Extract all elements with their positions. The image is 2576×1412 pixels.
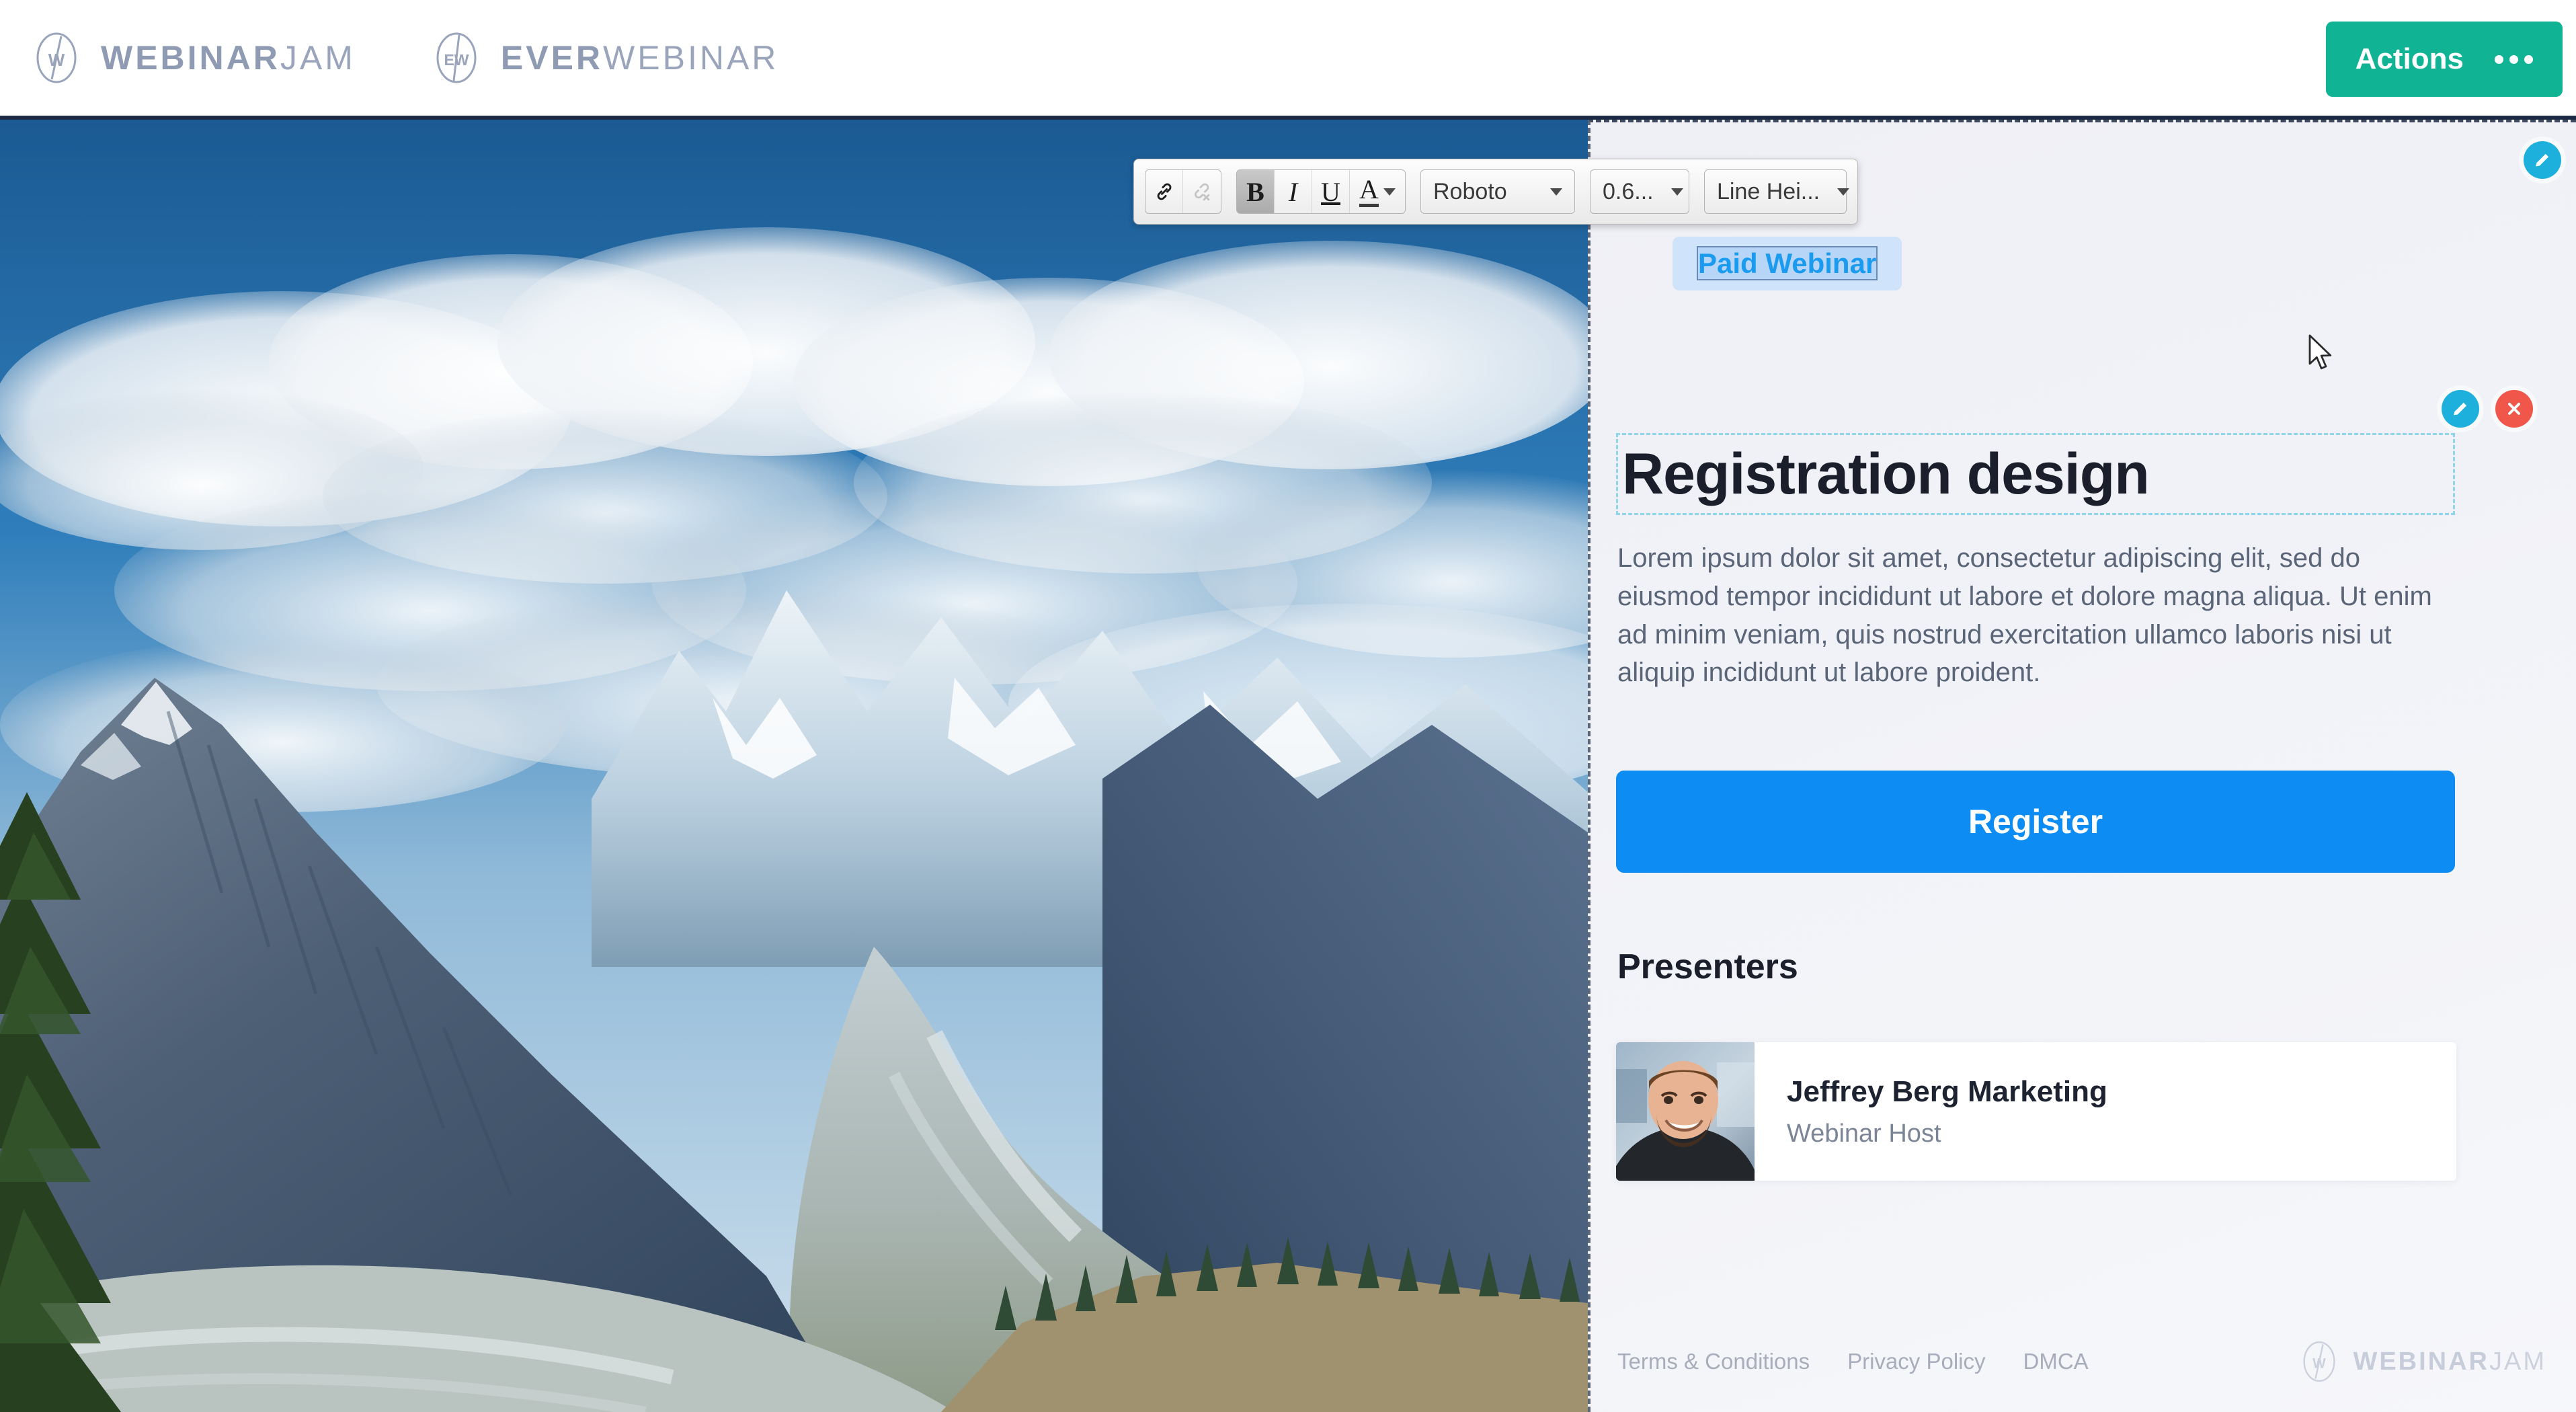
footer-links: Terms & Conditions Privacy Policy DMCA xyxy=(1617,1349,2089,1374)
ellipsis-icon xyxy=(2495,54,2533,64)
actions-button-label: Actions xyxy=(2355,42,2464,75)
footer-wordmark: WEBINARJAM xyxy=(2353,1347,2546,1376)
presenters-heading: Presenters xyxy=(1617,947,1798,986)
brand-prefix: WEBINAR xyxy=(101,39,280,77)
line-height-value: Line Hei... xyxy=(1717,178,1820,204)
brand-prefix: EVER xyxy=(500,39,604,77)
chevron-down-icon xyxy=(1671,188,1683,196)
panel-edit-button[interactable] xyxy=(2524,141,2561,179)
font-size-value: 0.6... xyxy=(1603,178,1654,204)
paid-webinar-badge-label: Paid Webinar xyxy=(1696,246,1878,280)
footer-link-dmca[interactable]: DMCA xyxy=(2023,1349,2089,1374)
footer-link-terms[interactable]: Terms & Conditions xyxy=(1617,1349,1810,1374)
toolbar-group-style: B I U A xyxy=(1236,169,1406,214)
everwebinar-wordmark: EVERWEBINAR xyxy=(501,38,779,77)
webinarjam-logo-icon: W xyxy=(2298,1340,2341,1383)
brand-suffix: WEBINAR xyxy=(603,39,779,77)
svg-text:EW: EW xyxy=(444,51,469,69)
line-height-select[interactable]: Line Hei... xyxy=(1704,169,1850,214)
presenter-name: Jeffrey Berg Marketing xyxy=(1787,1074,2107,1108)
close-x-icon xyxy=(2505,399,2524,418)
font-color-glyph: A xyxy=(1359,175,1379,207)
font-size-select[interactable]: 0.6... xyxy=(1590,169,1689,214)
brand-suffix: JAM xyxy=(2489,1347,2546,1376)
pencil-icon xyxy=(2450,399,2470,419)
avatar xyxy=(1616,1042,1755,1181)
presenter-card[interactable]: Jeffrey Berg Marketing Webinar Host xyxy=(1616,1042,2456,1181)
pencil-icon xyxy=(2532,150,2552,170)
brand-group: W WEBINARJAM EW EVERWEBINAR xyxy=(30,31,778,85)
text-format-toolbar[interactable]: B I U A Roboto 0.6... Line Hei... xyxy=(1133,159,1858,225)
body-paragraph: Lorem ipsum dolor sit amet, consectetur … xyxy=(1617,543,2432,688)
underline-button[interactable]: U xyxy=(1312,170,1350,213)
webinarjam-wordmark: WEBINARJAM xyxy=(101,38,356,77)
chevron-down-icon xyxy=(1383,188,1396,196)
brand-prefix: WEBINAR xyxy=(2353,1347,2489,1376)
paid-webinar-badge[interactable]: Paid Webinar xyxy=(1673,237,1902,291)
italic-button[interactable]: I xyxy=(1275,170,1312,213)
block-action-buttons xyxy=(2442,390,2533,428)
svg-text:W: W xyxy=(2313,1356,2327,1372)
font-family-select[interactable]: Roboto xyxy=(1420,169,1575,214)
block-edit-button[interactable] xyxy=(2442,390,2479,428)
font-color-button[interactable]: A xyxy=(1350,170,1405,213)
registration-panel[interactable]: Paid Webinar Registration design Lorem i… xyxy=(1588,120,2576,1412)
webinarjam-brand[interactable]: W WEBINARJAM xyxy=(30,31,356,85)
register-button[interactable]: Register xyxy=(1616,771,2455,873)
link-icon[interactable] xyxy=(1145,170,1183,213)
font-family-value: Roboto xyxy=(1433,178,1507,204)
toolbar-group-link xyxy=(1145,169,1221,214)
app-header: W WEBINARJAM EW EVERWEBINAR Actions xyxy=(0,0,2576,120)
chevron-down-icon xyxy=(1837,188,1850,196)
page-title: Registration design xyxy=(1622,441,2150,506)
bold-button[interactable]: B xyxy=(1237,170,1275,213)
brand-suffix: JAM xyxy=(280,39,356,77)
footer-brand: W WEBINARJAM xyxy=(2298,1340,2546,1383)
register-button-label: Register xyxy=(1968,803,2103,840)
block-delete-button[interactable] xyxy=(2495,390,2533,428)
everwebinar-brand[interactable]: EW EVERWEBINAR xyxy=(430,31,779,85)
actions-button[interactable]: Actions xyxy=(2325,22,2563,97)
hero-image[interactable] xyxy=(0,120,1588,1412)
panel-footer: Terms & Conditions Privacy Policy DMCA W… xyxy=(1591,1311,2576,1412)
footer-link-privacy[interactable]: Privacy Policy xyxy=(1847,1349,1985,1374)
unlink-icon[interactable] xyxy=(1183,170,1221,213)
headline-block[interactable]: Registration design xyxy=(1616,433,2455,515)
presenter-role: Webinar Host xyxy=(1787,1119,1941,1148)
everwebinar-logo-icon: EW xyxy=(430,31,483,85)
presenter-info: Jeffrey Berg Marketing Webinar Host xyxy=(1755,1042,2107,1181)
chevron-down-icon xyxy=(1550,188,1562,196)
svg-text:W: W xyxy=(48,50,65,70)
webinarjam-logo-icon: W xyxy=(30,31,83,85)
